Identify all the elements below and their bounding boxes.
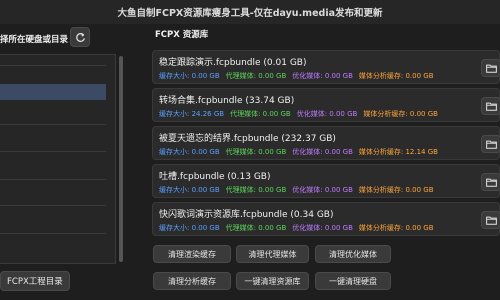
optimized-media-size: 优化媒体: 0.00 GB [296, 110, 358, 118]
folder-icon [485, 102, 497, 111]
library-card[interactable]: 转场合集.fcpbundle (33.74 GB) 缓存大小: 24.26 GB… [152, 88, 500, 122]
list-item[interactable] [0, 124, 106, 125]
proxy-media-size: 代理媒体: 0.00 GB [225, 224, 287, 232]
directory-list[interactable] [0, 54, 116, 264]
open-folder-button[interactable] [481, 97, 500, 115]
library-name: 被夏天遗忘的结界.fcpbundle (232.37 GB) [159, 134, 336, 144]
list-item[interactable] [0, 151, 106, 152]
clear-analysis-cache-button[interactable]: 清理分析缓存 [153, 272, 231, 290]
list-item[interactable] [0, 65, 106, 66]
clear-disk-button[interactable]: 一键清理硬盘 [315, 272, 391, 290]
window-title: 大鱼自制FCPX资源库瘦身工具-仅在dayu.media发布和更新 [0, 0, 500, 24]
proxy-media-size: 代理媒体: 0.00 GB [225, 186, 287, 194]
library-list[interactable]: 稳定跟踪演示.fcpbundle (0.01 GB) 缓存大小: 0.00 GB… [152, 46, 500, 258]
open-folder-button[interactable] [481, 173, 500, 191]
folder-icon [485, 216, 497, 225]
library-name: 吐槽.fcpbundle (0.13 GB) [159, 172, 271, 182]
open-folder-button[interactable] [481, 59, 500, 77]
directory-scrollbar[interactable] [119, 56, 123, 262]
cache-size: 缓存大小: 0.00 GB [159, 148, 220, 156]
library-card[interactable]: 被夏天遗忘的结界.fcpbundle (232.37 GB) 缓存大小: 0.0… [152, 126, 500, 160]
refresh-button[interactable] [70, 27, 90, 47]
folder-icon [485, 140, 497, 149]
library-card[interactable]: 吐槽.fcpbundle (0.13 GB) 缓存大小: 0.00 GB 代理媒… [152, 164, 500, 198]
library-card[interactable]: 快闪歌词演示资源库.fcpbundle (0.34 GB) 缓存大小: 0.00… [152, 202, 500, 236]
list-item-selected[interactable] [0, 84, 106, 100]
optimized-media-size: 优化媒体: 0.00 GB [292, 148, 353, 156]
library-name: 稳定跟踪演示.fcpbundle (0.01 GB) [159, 58, 307, 68]
optimized-media-size: 优化媒体: 0.00 GB [292, 72, 353, 80]
clear-library-button[interactable]: 一键清理资源库 [236, 272, 309, 290]
cache-size: 缓存大小: 0.00 GB [159, 186, 220, 194]
analysis-cache-size: 媒体分析缓存: 0.00 GB [358, 72, 434, 80]
analysis-cache-size: 媒体分析缓存: 12.14 GB [358, 148, 438, 156]
cache-size: 缓存大小: 0.00 GB [159, 224, 220, 232]
proxy-media-size: 代理媒体: 0.00 GB [225, 72, 287, 80]
library-name: 快闪歌词演示资源库.fcpbundle (0.34 GB) [159, 210, 334, 220]
library-card[interactable]: 稳定跟踪演示.fcpbundle (0.01 GB) 缓存大小: 0.00 GB… [152, 50, 500, 84]
open-folder-button[interactable] [481, 135, 500, 153]
folder-icon [485, 178, 497, 187]
analysis-cache-size: 媒体分析缓存: 0.00 GB [358, 224, 434, 232]
proxy-media-size: 代理媒体: 0.00 GB [225, 148, 287, 156]
optimized-media-size: 优化媒体: 0.00 GB [292, 224, 353, 232]
list-item[interactable] [0, 179, 106, 180]
clear-proxy-media-button[interactable]: 清理代理媒体 [236, 245, 309, 263]
library-name: 转场合集.fcpbundle (33.74 GB) [159, 96, 295, 106]
list-item[interactable] [0, 205, 106, 206]
refresh-icon [75, 32, 85, 42]
proxy-media-size: 代理媒体: 0.00 GB [230, 110, 291, 118]
clear-optimized-media-button[interactable]: 清理优化媒体 [315, 245, 391, 263]
open-folder-button[interactable] [481, 211, 500, 229]
clear-render-cache-button[interactable]: 清理渲染缓存 [153, 245, 231, 263]
analysis-cache-size: 媒体分析缓存: 0.00 GB [363, 110, 438, 118]
analysis-cache-size: 媒体分析缓存: 0.00 GB [358, 186, 434, 194]
optimized-media-size: 优化媒体: 0.00 GB [292, 186, 353, 194]
cache-size: 缓存大小: 0.00 GB [159, 72, 220, 80]
fcpx-project-dir-button[interactable]: FCPX工程目录 [0, 271, 70, 291]
list-item[interactable] [0, 233, 106, 234]
folder-icon [485, 64, 497, 73]
libraries-header: FCPX 资源库 [155, 30, 209, 40]
cache-size: 缓存大小: 24.26 GB [159, 110, 225, 118]
